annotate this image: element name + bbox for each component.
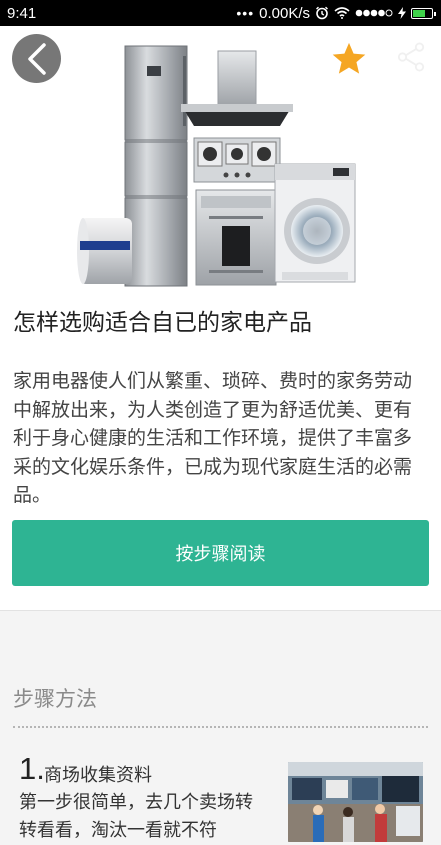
share-icon[interactable]: [394, 40, 428, 74]
article-card: 怎样选购适合自已的家电产品 家用电器使人们从繁重、琐碎、费时的家务劳动中解放出来…: [0, 289, 441, 611]
appliances-illustration: [77, 45, 356, 287]
status-icons: ••• 0.00K/s: [236, 4, 436, 22]
article-title: 怎样选购适合自已的家电产品: [13, 310, 312, 336]
hero-image: [0, 26, 441, 289]
status-bar: 9:41 ••• 0.00K/s: [0, 0, 441, 26]
alarm-icon: [316, 6, 328, 20]
divider: [13, 726, 428, 728]
back-button[interactable]: [12, 34, 61, 83]
charging-icon: [398, 7, 406, 19]
step-number: 1.: [19, 751, 45, 786]
signal-icon: [355, 9, 393, 17]
network-speed: 0.00K/s: [259, 4, 310, 22]
status-time: 9:41: [7, 4, 37, 22]
battery-icon: [411, 7, 436, 19]
back-arrow-icon: [27, 42, 46, 75]
step-thumbnail[interactable]: [288, 762, 423, 842]
dots-icon: •••: [236, 5, 255, 21]
step-title: 商场收集资料: [44, 765, 152, 786]
read-by-steps-button[interactable]: 按步骤阅读: [12, 520, 429, 586]
star-icon[interactable]: [330, 40, 368, 78]
store-photo: [288, 762, 423, 842]
article-description: 家用电器使人们从繁重、琐碎、费时的家务劳动中解放出来，为人类创造了更为舒适优美、…: [13, 370, 413, 506]
wifi-icon: [334, 7, 350, 19]
step-text: 第一步很简单，去几个卖场转转看看，淘汰一看就不符: [19, 792, 253, 841]
steps-heading: 步骤方法: [13, 687, 97, 711]
